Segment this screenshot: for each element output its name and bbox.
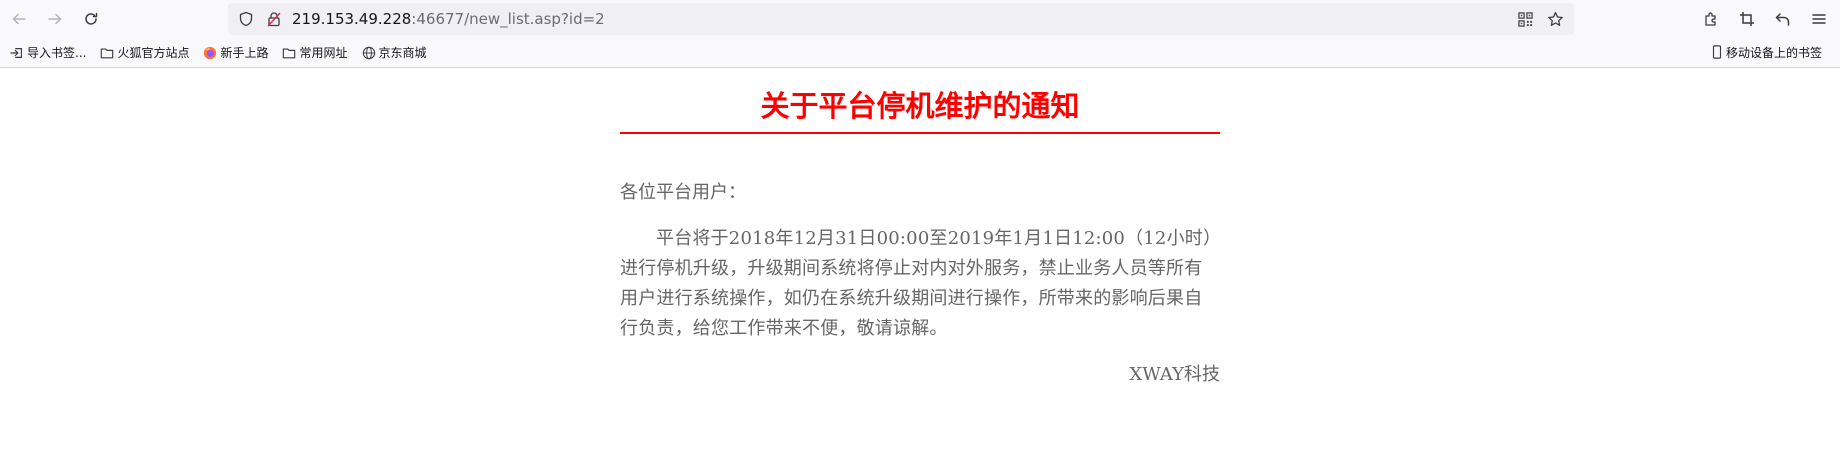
title-divider [620, 132, 1220, 134]
bookmark-label: 导入书签... [27, 46, 87, 60]
back-button[interactable] [2, 2, 36, 36]
bookmark-label: 火狐官方站点 [117, 46, 190, 60]
qr-code-icon [1517, 11, 1533, 27]
nav-buttons [2, 2, 108, 36]
import-icon [10, 47, 22, 58]
mobile-bookmarks-label: 移动设备上的书签 [1725, 45, 1822, 60]
star-icon [1547, 11, 1563, 26]
firefox-icon [204, 46, 217, 59]
nav-toolbar: 219.153.49.228:46677/new_list.asp?id=2 [0, 0, 1840, 38]
page-content: 关于平台停机维护的通知 各位平台用户： 平台将于2018年12月31日00:00… [0, 68, 1840, 474]
app-menu-button[interactable] [1802, 2, 1836, 36]
back-arrow-icon [12, 13, 26, 25]
bookmark-star-button[interactable] [1542, 6, 1568, 32]
folder-icon [283, 47, 296, 58]
browser-chrome: 219.153.49.228:46677/new_list.asp?id=2 导… [0, 0, 1840, 68]
undo-button[interactable] [1766, 2, 1800, 36]
address-bar[interactable]: 219.153.49.228:46677/new_list.asp?id=2 [228, 3, 1574, 35]
mobile-bookmarks[interactable]: 移动设备上的书签 [1707, 40, 1826, 64]
bookmark-label: 新手上路 [220, 46, 269, 60]
globe-icon [362, 46, 375, 59]
tracking-protection-button[interactable] [234, 7, 258, 31]
bookmark-import[interactable]: 导入书签... [6, 41, 90, 65]
notice-salutation: 各位平台用户： [620, 182, 746, 203]
folder-icon [101, 47, 114, 58]
reload-button[interactable] [74, 2, 108, 36]
screenshot-button[interactable] [1730, 2, 1764, 36]
toolbar-right-tools [1694, 2, 1836, 36]
bookmark-common-sites[interactable]: 常用网址 [278, 41, 351, 65]
site-info-button[interactable] [262, 7, 286, 31]
url-host: 219.153.49.228 [292, 10, 412, 28]
bookmark-label: 常用网址 [299, 46, 348, 60]
reload-icon [85, 12, 98, 25]
insecure-lock-icon [267, 12, 281, 27]
undo-arrow-icon [1775, 13, 1790, 26]
bookmark-label: 京东商城 [378, 46, 427, 60]
bookmarks-toolbar: 导入书签... 火狐官方站点 新手上路 常用网址 京东商城 移动设备上的书签 [0, 38, 1840, 67]
url-path: :46677/new_list.asp?id=2 [411, 10, 605, 28]
url-right-icons [1512, 3, 1568, 35]
notice-signature: XWAY科技 [1129, 364, 1220, 385]
bookmark-firefox-site[interactable]: 火狐官方站点 [96, 41, 193, 65]
extensions-button[interactable] [1694, 2, 1728, 36]
notice-body: 平台将于2018年12月31日00:00至2019年1月1日12:00（12小时… [620, 228, 1213, 339]
puzzle-icon [1705, 12, 1716, 26]
forward-arrow-icon [48, 13, 62, 25]
forward-button[interactable] [38, 2, 72, 36]
crop-icon [1740, 12, 1754, 26]
mobile-device-icon [1712, 45, 1722, 59]
hamburger-menu-icon [1812, 14, 1826, 24]
bookmark-jd[interactable]: 京东商城 [358, 41, 431, 65]
notice-title: 关于平台停机维护的通知 [760, 89, 1080, 123]
url-text[interactable]: 219.153.49.228:46677/new_list.asp?id=2 [292, 10, 605, 28]
notice-article: 关于平台停机维护的通知 各位平台用户： 平台将于2018年12月31日00:00… [620, 68, 1220, 390]
bookmark-getting-started[interactable]: 新手上路 [199, 41, 272, 65]
shield-icon [239, 11, 253, 27]
url-left-icons [234, 7, 286, 31]
qr-code-button[interactable] [1512, 6, 1538, 32]
